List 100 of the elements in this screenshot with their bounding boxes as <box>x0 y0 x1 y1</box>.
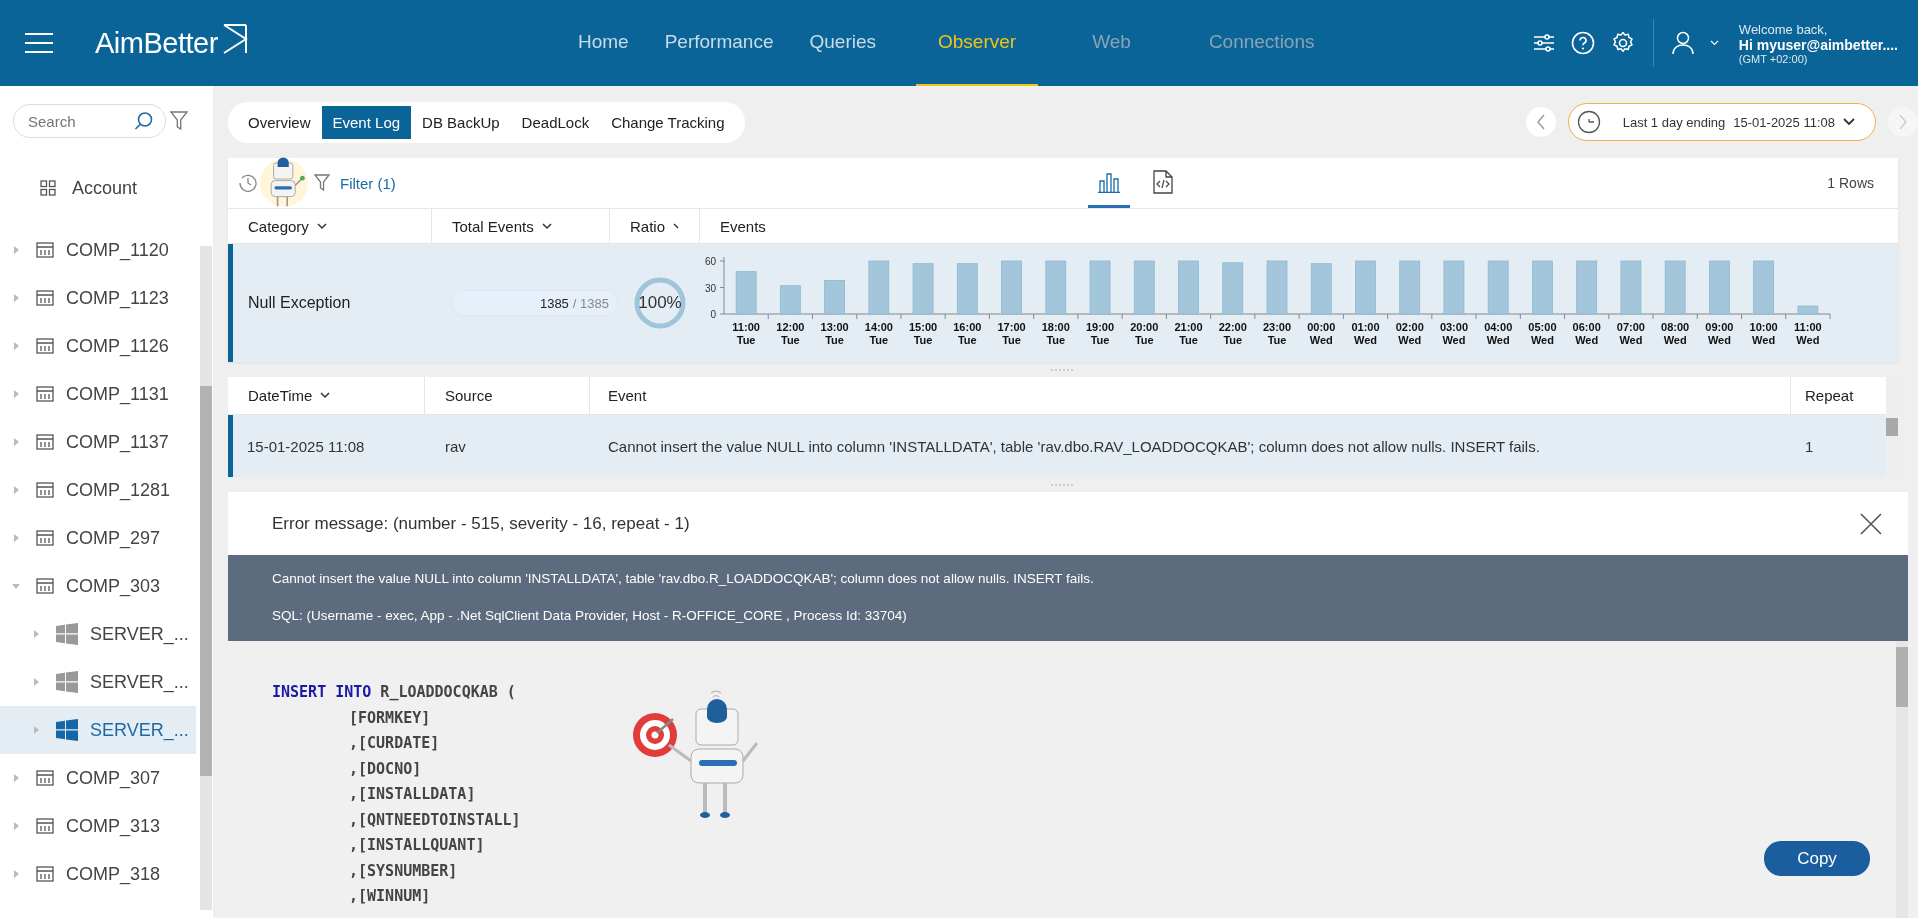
sort-caret-icon[interactable] <box>316 222 327 230</box>
history-icon[interactable] <box>238 173 258 193</box>
help-icon[interactable] <box>1570 31 1595 55</box>
nav-link[interactable]: Queries <box>791 0 894 86</box>
scrollbar[interactable] <box>1896 641 1908 918</box>
tree-label[interactable]: COMP_297 <box>66 527 161 549</box>
tab[interactable]: Change Tracking <box>600 105 736 139</box>
nav-link[interactable]: Home <box>560 0 647 86</box>
logo-text[interactable]: AimBetter <box>95 26 218 60</box>
chart-bar[interactable] <box>1443 260 1465 315</box>
sort-mark-icon[interactable] <box>673 223 680 229</box>
tab[interactable]: DeadLock <box>510 105 601 139</box>
nav-link[interactable]: Performance <box>646 0 792 86</box>
tree-label[interactable]: SERVER_... <box>90 623 189 645</box>
column-header[interactable]: Event <box>590 377 1791 414</box>
tree-label[interactable]: COMP_1120 <box>66 239 169 261</box>
chart-bar[interactable] <box>824 280 845 315</box>
tree-item[interactable]: SERVER_... <box>0 658 196 706</box>
column-header[interactable]: Ratio <box>610 209 700 243</box>
tree-label[interactable]: SERVER_... <box>90 719 189 741</box>
column-header[interactable]: DateTime <box>228 377 425 414</box>
tree-item[interactable]: SERVER_... <box>0 610 196 658</box>
chart-bar[interactable] <box>1310 263 1332 315</box>
time-range-dropdown[interactable]: Last 1 day ending 15-01-2025 11:08 <box>1567 103 1876 141</box>
expand-caret-icon[interactable] <box>12 390 20 398</box>
chart-bar[interactable] <box>956 263 978 315</box>
tree-item[interactable]: COMP_1281 <box>0 466 196 514</box>
filter-icon[interactable] <box>170 111 188 131</box>
tree-item[interactable]: COMP_1123 <box>0 274 196 322</box>
sort-caret-icon[interactable] <box>320 392 331 399</box>
account-label[interactable]: Account <box>72 177 138 199</box>
chart-bar[interactable] <box>1001 260 1022 315</box>
chart-bar[interactable] <box>1753 260 1775 315</box>
scrollbar[interactable] <box>200 246 212 910</box>
nav-link[interactable]: Observer <box>916 0 1039 86</box>
expand-caret-icon[interactable] <box>12 342 20 350</box>
chart-bar[interactable] <box>1532 260 1553 315</box>
sliders-icon[interactable] <box>1532 32 1555 54</box>
column-header[interactable]: Events <box>700 209 1898 243</box>
expand-caret-icon[interactable] <box>12 582 20 590</box>
chart-bar[interactable] <box>1045 260 1067 315</box>
chart-bar[interactable] <box>779 285 801 315</box>
tree-item[interactable]: COMP_1137 <box>0 418 196 466</box>
column-header[interactable]: Total Events <box>432 209 610 243</box>
chart-bar[interactable] <box>1664 260 1686 315</box>
chart-bar[interactable] <box>868 260 890 315</box>
tab[interactable]: DB BackUp <box>411 105 511 139</box>
chart-bar[interactable] <box>735 271 757 315</box>
chart-bar[interactable] <box>1797 305 1819 315</box>
column-header[interactable]: Repeat <box>1791 377 1866 414</box>
user-name[interactable]: Hi myuser@aimbetter.... <box>1738 36 1898 53</box>
caret-icon[interactable] <box>1709 40 1719 46</box>
chart-bar[interactable] <box>1133 260 1155 315</box>
expand-caret-icon[interactable] <box>32 630 40 638</box>
tree-item[interactable]: COMP_1131 <box>0 370 196 418</box>
expand-caret-icon[interactable] <box>32 678 40 686</box>
expand-caret-icon[interactable] <box>12 486 20 494</box>
tab[interactable]: Overview <box>237 105 322 139</box>
tree-label[interactable]: COMP_307 <box>66 767 161 789</box>
next-button[interactable] <box>1888 107 1918 137</box>
chart-bar[interactable] <box>1222 262 1244 315</box>
chart-bar[interactable] <box>1487 260 1509 315</box>
tree-item[interactable]: SERVER_... <box>0 706 196 754</box>
tree-item[interactable]: COMP_313 <box>0 802 196 850</box>
search-field[interactable]: Search <box>13 104 166 138</box>
expand-caret-icon[interactable] <box>32 726 40 734</box>
expand-caret-icon[interactable] <box>12 534 20 542</box>
filter-icon[interactable] <box>314 174 330 192</box>
tree-label[interactable]: COMP_303 <box>66 575 161 597</box>
chart-bar[interactable] <box>1266 260 1288 315</box>
tree-label[interactable]: COMP_1131 <box>66 383 169 405</box>
tree-item[interactable]: COMP_318 <box>0 850 196 898</box>
expand-caret-icon[interactable] <box>12 438 20 446</box>
settings-icon[interactable] <box>1610 31 1635 55</box>
search-icon[interactable] <box>134 111 154 131</box>
chart-bar[interactable] <box>1620 260 1642 315</box>
tree-label[interactable]: COMP_1126 <box>66 335 169 357</box>
tree-item[interactable]: COMP_303 <box>0 562 196 610</box>
menu-icon[interactable] <box>25 32 53 54</box>
column-header[interactable]: Source <box>425 377 590 414</box>
tree-label[interactable]: COMP_1137 <box>66 431 169 453</box>
event-row[interactable]: 15-01-2025 11:08 rav Cannot insert the value NULL into column 'INSTALLDATA', table 'rav.dbo.RAV_LOADDOCQKAB'; column does not allow nulls. INSERT fails. 1 <box>228 415 1886 477</box>
tree-label[interactable]: SERVER_... <box>90 671 189 693</box>
tree-item[interactable]: COMP_307 <box>0 754 196 802</box>
chart-bar[interactable] <box>1178 260 1199 315</box>
category-row[interactable] <box>228 244 1898 362</box>
chart-bar[interactable] <box>1709 260 1730 315</box>
chart-bar[interactable] <box>1089 260 1111 315</box>
tree-item[interactable]: COMP_1120 <box>0 226 196 274</box>
chart-bar[interactable] <box>1355 260 1376 315</box>
filter-link[interactable]: Filter (1) <box>340 174 396 192</box>
tree-item[interactable]: COMP_1126 <box>0 322 196 370</box>
expand-caret-icon[interactable] <box>12 774 20 782</box>
chart-bar[interactable] <box>912 263 934 315</box>
expand-caret-icon[interactable] <box>12 870 20 878</box>
copy-button[interactable]: Copy <box>1764 841 1870 876</box>
expand-caret-icon[interactable] <box>12 246 20 254</box>
tree-label[interactable]: COMP_1123 <box>66 287 169 309</box>
column-header[interactable]: Category <box>228 209 432 243</box>
expand-caret-icon[interactable] <box>12 822 20 830</box>
